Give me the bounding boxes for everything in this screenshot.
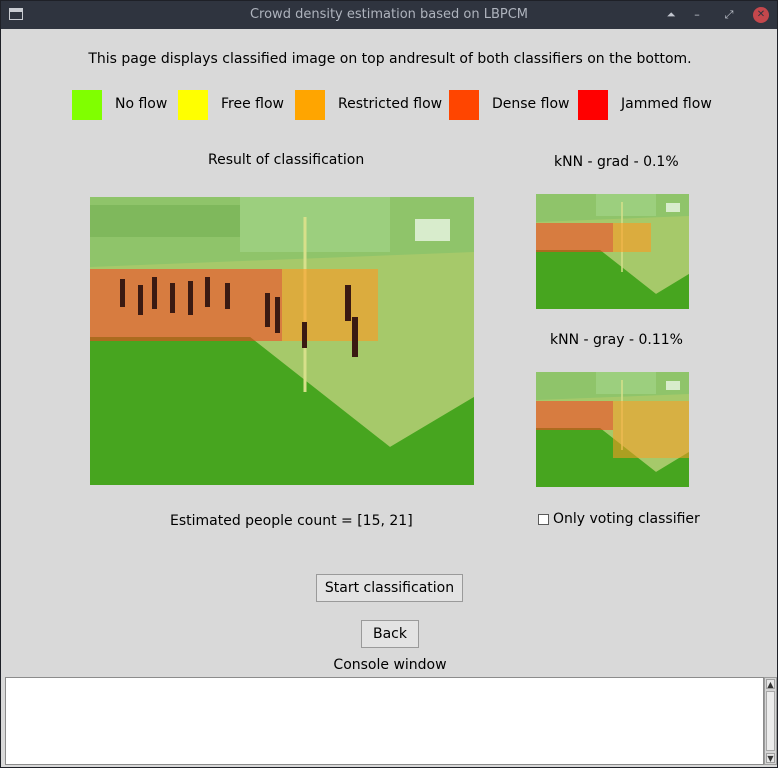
- voting-checkbox-label[interactable]: Only voting classifier: [553, 511, 700, 527]
- knn-grad-title: kNN - grad - 0.1%: [554, 154, 679, 170]
- knn-grad-image: [536, 194, 689, 309]
- scroll-down-icon[interactable]: ▼: [766, 753, 775, 763]
- legend-swatch-no-flow: [72, 90, 102, 120]
- shade-icon[interactable]: ⏶: [663, 7, 679, 23]
- people-count: Estimated people count = [15, 21]: [170, 513, 413, 529]
- console-scrollbar[interactable]: ▲ ▼: [764, 677, 777, 765]
- app-window: Crowd density estimation based on LBPCM …: [0, 0, 778, 768]
- window-title: Crowd density estimation based on LBPCM: [249, 7, 529, 22]
- title-bar[interactable]: Crowd density estimation based on LBPCM …: [1, 1, 777, 29]
- knn-gray-title: kNN - gray - 0.11%: [550, 332, 683, 348]
- legend-label-restricted-flow: Restricted flow: [338, 96, 443, 112]
- console-textarea[interactable]: [5, 677, 764, 765]
- legend-label-free-flow: Free flow: [221, 96, 284, 112]
- close-icon[interactable]: ✕: [753, 7, 769, 23]
- legend-swatch-dense-flow: [449, 90, 479, 120]
- classified-scene: [90, 197, 474, 485]
- page-description: This page displays classified image on t…: [88, 51, 692, 67]
- legend-label-no-flow: No flow: [115, 96, 168, 112]
- maximize-icon[interactable]: ⤢: [721, 7, 737, 23]
- result-title: Result of classification: [208, 152, 365, 168]
- start-classification-button[interactable]: Start classification: [316, 574, 463, 602]
- classified-image: [90, 197, 474, 485]
- knn-gray-scene: [536, 372, 689, 487]
- legend-swatch-restricted-flow: [295, 90, 325, 120]
- knn-grad-scene: [536, 194, 689, 309]
- minimize-icon[interactable]: –: [689, 7, 705, 23]
- back-button[interactable]: Back: [361, 620, 419, 648]
- voting-checkbox[interactable]: [538, 514, 549, 525]
- legend-swatch-jammed-flow: [578, 90, 608, 120]
- scroll-up-icon[interactable]: ▲: [766, 679, 775, 689]
- legend-label-jammed-flow: Jammed flow: [621, 96, 712, 112]
- knn-gray-image: [536, 372, 689, 487]
- legend-swatch-free-flow: [178, 90, 208, 120]
- main-content: This page displays classified image on t…: [3, 29, 777, 767]
- console-title: Console window: [333, 657, 447, 673]
- legend-label-dense-flow: Dense flow: [492, 96, 570, 112]
- scroll-thumb[interactable]: [766, 691, 775, 751]
